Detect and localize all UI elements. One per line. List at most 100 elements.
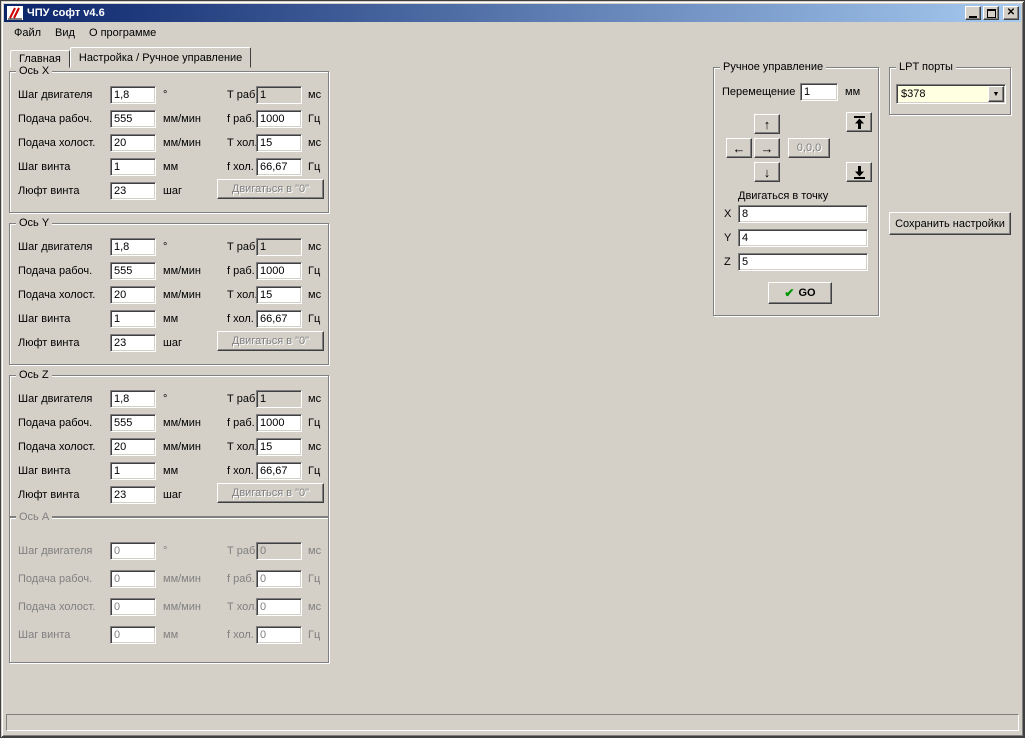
axis-x-f-idle-input[interactable] (256, 158, 302, 176)
mm-min-unit: мм/мин (163, 601, 201, 613)
app-window: ЧПУ софт v4.6 ✕ Файл Вид О программе Гла… (0, 0, 1025, 738)
axis-row: Шаг двигателя ° Т раб. мс (10, 390, 328, 408)
axis-z-title: Ось Z (16, 369, 52, 381)
axis-y-move-to-zero-button[interactable]: Двигаться в "0" (217, 331, 324, 351)
save-settings-button[interactable]: Сохранить настройки (889, 212, 1011, 235)
feed-idle-label: Подача холост. (18, 289, 95, 301)
mm-min-unit: мм/мин (163, 265, 201, 277)
menu-view[interactable]: Вид (48, 25, 82, 41)
coord-x-input[interactable] (738, 205, 868, 223)
jog-up-button[interactable]: ↑ (754, 114, 780, 134)
axis-y-feed-idle-input[interactable] (110, 286, 156, 304)
screw-step-label: Шаг винта (18, 161, 70, 173)
axis-z-feed-idle-input[interactable] (110, 438, 156, 456)
menu-file[interactable]: Файл (7, 25, 48, 41)
ms-unit: мс (308, 441, 321, 453)
feed-idle-label: Подача холост. (18, 601, 95, 613)
mm-min-unit: мм/мин (163, 441, 201, 453)
axis-z-motor-step-input[interactable] (110, 390, 156, 408)
step-unit: шаг (163, 337, 182, 349)
axis-y-f-work-input[interactable] (256, 262, 302, 280)
feed-idle-label: Подача холост. (18, 441, 95, 453)
coord-y-input[interactable] (738, 229, 868, 247)
step-unit: шаг (163, 185, 182, 197)
axis-y-feed-work-input[interactable] (110, 262, 156, 280)
axis-y-title: Ось Y (16, 217, 52, 229)
feed-idle-label: Подача холост. (18, 137, 95, 149)
jog-z-up-button[interactable] (846, 112, 872, 132)
axis-a-screw-step-input[interactable] (110, 626, 156, 644)
f-work-label: f раб. (227, 265, 255, 277)
mm-min-unit: мм/мин (163, 573, 201, 585)
axis-x-move-to-zero-button[interactable]: Двигаться в "0" (217, 179, 324, 199)
maximize-button[interactable] (983, 6, 999, 20)
axis-z-t-work-input[interactable] (256, 390, 302, 408)
axis-z-f-idle-input[interactable] (256, 462, 302, 480)
t-work-label: Т раб. (227, 393, 258, 405)
axis-row: Шаг двигателя ° Т раб. мс (10, 238, 328, 256)
axis-x-feed-work-input[interactable] (110, 110, 156, 128)
axis-z-t-idle-input[interactable] (256, 438, 302, 456)
axis-x-screw-step-input[interactable] (110, 158, 156, 176)
axis-z-backlash-input[interactable] (110, 486, 156, 504)
axis-x-motor-step-input[interactable] (110, 86, 156, 104)
menu-about[interactable]: О программе (82, 25, 163, 41)
axis-x-backlash-input[interactable] (110, 182, 156, 200)
axis-x-feed-idle-input[interactable] (110, 134, 156, 152)
axis-a-t-idle-input[interactable] (256, 598, 302, 616)
mm-unit: мм (163, 313, 178, 325)
minimize-button[interactable] (965, 6, 981, 20)
axis-z-move-to-zero-button[interactable]: Двигаться в "0" (217, 483, 324, 503)
degrees-unit: ° (163, 545, 167, 557)
axis-a-feed-idle-input[interactable] (110, 598, 156, 616)
jog-down-button[interactable]: ↓ (754, 162, 780, 182)
arrow-right-icon: → (761, 142, 774, 155)
feed-work-label: Подача рабоч. (18, 113, 92, 125)
move-step-input[interactable] (800, 83, 838, 101)
coord-z-input[interactable] (738, 253, 868, 271)
jog-z-down-button[interactable] (846, 162, 872, 182)
axis-y-motor-step-input[interactable] (110, 238, 156, 256)
axis-x-f-work-input[interactable] (256, 110, 302, 128)
motor-step-label: Шаг двигателя (18, 89, 92, 101)
axis-y-t-idle-input[interactable] (256, 286, 302, 304)
lpt-port-select[interactable]: $378 ▼ (896, 84, 1006, 104)
axis-z-f-work-input[interactable] (256, 414, 302, 432)
axis-row: Подача холост. мм/мин Т хол. мс (10, 438, 328, 456)
degrees-unit: ° (163, 241, 167, 253)
axis-x-t-idle-input[interactable] (256, 134, 302, 152)
axis-a-f-work-input[interactable] (256, 570, 302, 588)
axis-z-screw-step-input[interactable] (110, 462, 156, 480)
axis-x-t-work-input[interactable] (256, 86, 302, 104)
mm-unit: мм (163, 465, 178, 477)
chevron-down-icon[interactable]: ▼ (988, 86, 1004, 102)
axis-a-f-idle-input[interactable] (256, 626, 302, 644)
lpt-ports-title: LPT порты (896, 61, 956, 73)
f-idle-label: f хол. (227, 629, 254, 641)
feed-work-label: Подача рабоч. (18, 265, 92, 277)
close-button[interactable]: ✕ (1003, 6, 1019, 20)
axis-y-t-work-input[interactable] (256, 238, 302, 256)
axis-a-feed-work-input[interactable] (110, 570, 156, 588)
t-work-label: Т раб. (227, 241, 258, 253)
axis-y-screw-step-input[interactable] (110, 310, 156, 328)
jog-left-button[interactable]: ← (726, 138, 752, 158)
axis-y-backlash-input[interactable] (110, 334, 156, 352)
axis-row: Шаг двигателя ° Т раб. мс (10, 542, 328, 560)
zero-position-button[interactable]: 0,0,0 (788, 138, 830, 158)
axis-z-feed-work-input[interactable] (110, 414, 156, 432)
axis-y-f-idle-input[interactable] (256, 310, 302, 328)
axis-row: Шаг двигателя ° Т раб. мс (10, 86, 328, 104)
chevron-down-glyph: ▼ (993, 91, 1000, 98)
hz-unit: Гц (308, 265, 320, 277)
tab-settings[interactable]: Настройка / Ручное управление (70, 47, 251, 68)
axis-a-group: Ось A Шаг двигателя ° Т раб. мс Подача р… (9, 517, 329, 663)
go-button[interactable]: ✔ GO (768, 282, 832, 304)
t-work-label: Т раб. (227, 89, 258, 101)
hz-unit: Гц (308, 629, 320, 641)
axis-a-t-work-input[interactable] (256, 542, 302, 560)
jog-right-button[interactable]: → (754, 138, 780, 158)
degrees-unit: ° (163, 393, 167, 405)
screw-step-label: Шаг винта (18, 313, 70, 325)
axis-a-motor-step-input[interactable] (110, 542, 156, 560)
